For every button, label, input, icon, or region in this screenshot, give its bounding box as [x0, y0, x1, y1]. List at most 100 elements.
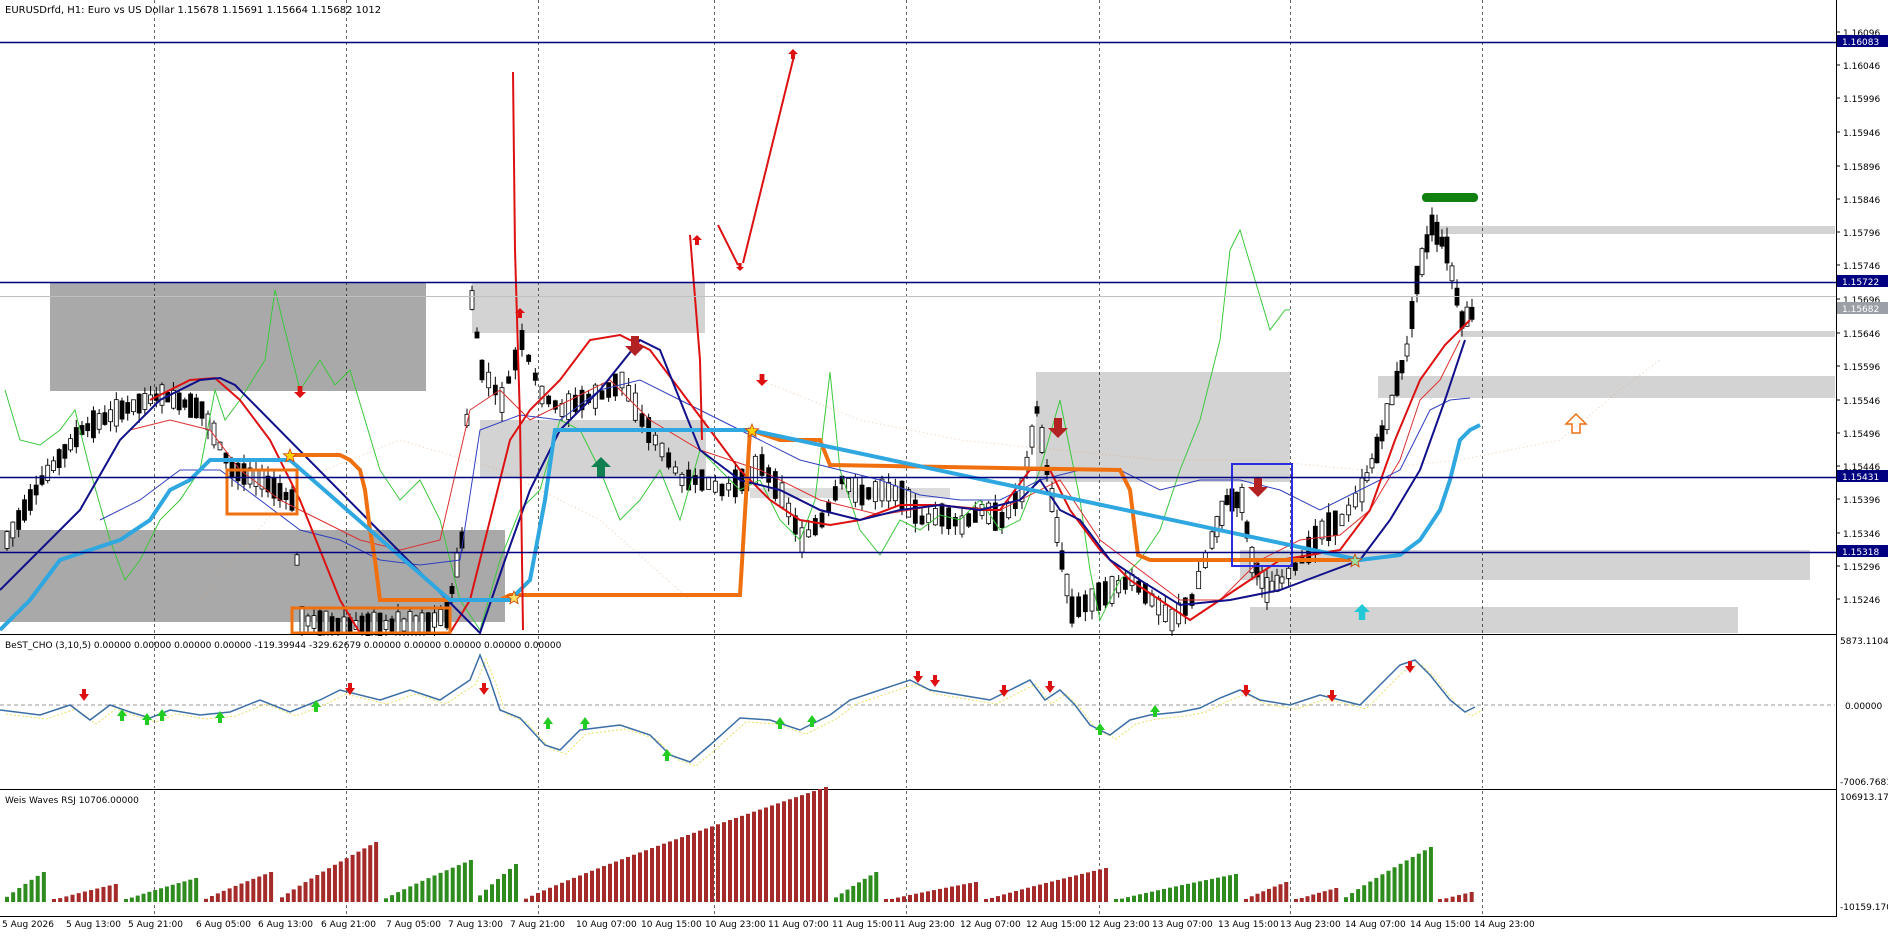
- volume-bar: [788, 799, 792, 902]
- volume-bar: [1244, 898, 1248, 902]
- time-label: 12 Aug 23:00: [1089, 920, 1150, 930]
- volume-bar: [794, 797, 798, 902]
- volume-bar: [1068, 876, 1072, 902]
- volume-bar: [227, 888, 232, 902]
- candle-body: [506, 376, 512, 384]
- candle-body: [906, 489, 912, 518]
- volume-bar: [1132, 895, 1136, 902]
- candle-body: [759, 454, 765, 476]
- time-axis[interactable]: 5 Aug 2026 5 Aug 13:00 5 Aug 21:00 6 Aug 05…: [0, 916, 1888, 934]
- candle-body: [1449, 265, 1455, 282]
- candle-body: [886, 481, 892, 502]
- candle-body: [786, 502, 792, 518]
- volume-bar: [1192, 882, 1196, 902]
- volume-bar: [82, 891, 87, 902]
- volume-bar: [746, 813, 750, 902]
- candle-body: [1162, 604, 1168, 622]
- candle-body: [188, 393, 193, 418]
- volume-bar: [1032, 886, 1036, 902]
- time-label: 14 Aug 23:00: [1474, 920, 1535, 930]
- volume-bar: [620, 859, 624, 902]
- main-price-pane[interactable]: EURUSDrfd, H1: Euro vs US Dollar 1.15678…: [0, 0, 1836, 648]
- candle-body: [706, 476, 712, 490]
- volume-bar: [990, 897, 994, 902]
- volume-bar: [269, 872, 274, 902]
- volume-bar: [11, 892, 16, 902]
- volume-bar: [239, 883, 244, 902]
- volume-bar: [1317, 892, 1321, 902]
- volume-bar: [402, 889, 407, 902]
- price-axis[interactable]: 1.160961.160461.159961.159461.158961.158…: [1836, 0, 1888, 933]
- price-tick-label: 1.15396: [1843, 496, 1880, 506]
- volume-bar: [1180, 885, 1184, 902]
- candle-body: [96, 413, 102, 430]
- volume-bar: [1374, 877, 1379, 902]
- volume-bar: [938, 888, 942, 902]
- candle-body: [999, 511, 1005, 529]
- candle-body: [1279, 576, 1285, 584]
- volume-bar: [650, 848, 654, 902]
- volume-bar: [632, 854, 636, 902]
- volume-bar: [1278, 884, 1283, 902]
- volume-bar: [153, 890, 158, 902]
- volume-bar: [710, 826, 714, 902]
- candle-body: [305, 615, 311, 627]
- candle-body: [359, 615, 365, 635]
- time-label: 13 Aug 07:00: [1152, 920, 1213, 930]
- volume-bar: [590, 870, 594, 902]
- volume-bar: [1038, 884, 1042, 902]
- volume-bar: [70, 894, 75, 902]
- candle-body: [4, 531, 10, 549]
- candle-body: [335, 617, 341, 633]
- volume-bar: [914, 893, 918, 902]
- candle-body: [926, 513, 932, 524]
- volume-bar: [315, 875, 320, 902]
- candle-body: [806, 529, 812, 538]
- volume-bar: [362, 848, 367, 902]
- time-label: 6 Aug 05:00: [196, 920, 251, 930]
- volume-bar: [496, 879, 500, 902]
- time-label: 5 Aug 13:00: [66, 920, 121, 930]
- candle-body: [619, 371, 625, 389]
- candle-body: [1286, 567, 1292, 579]
- candle-body: [474, 331, 480, 339]
- volume-bar: [215, 893, 220, 902]
- volume-bar: [280, 897, 284, 902]
- volume-bar: [502, 873, 506, 902]
- candle-body: [51, 460, 56, 471]
- volume-pane[interactable]: Weis Waves RSJ 10706.00000: [0, 787, 1835, 916]
- volume-bar: [800, 795, 804, 902]
- candle-body: [1029, 425, 1035, 448]
- volume-bar: [1261, 891, 1266, 902]
- chart-canvas[interactable]: EURUSDrfd, H1: Euro vs US Dollar 1.15678…: [0, 0, 1888, 933]
- volume-bar: [182, 881, 187, 902]
- volume-bar: [812, 791, 816, 902]
- volume-bar: [1267, 888, 1271, 902]
- candle-body: [1142, 583, 1148, 604]
- trading-terminal-chart[interactable]: EURUSDrfd, H1: Euro vs US Dollar 1.15678…: [0, 0, 1888, 933]
- volume-bar: [1410, 857, 1415, 902]
- time-label: 12 Aug 07:00: [960, 920, 1021, 930]
- candle-body: [1444, 236, 1450, 264]
- volume-bar: [1222, 876, 1226, 902]
- candle-body: [33, 484, 39, 496]
- candle-body: [1054, 517, 1060, 543]
- volume-bar: [95, 888, 100, 902]
- volume-bar: [297, 885, 302, 902]
- oscillator-pane[interactable]: BeST_CHO (3,10,5) 0.00000 0.00000 0.0000…: [0, 636, 1835, 788]
- candle-body: [912, 499, 918, 524]
- volume-bar: [1186, 883, 1190, 902]
- candle-body: [1394, 370, 1400, 396]
- candle-body: [136, 393, 142, 414]
- time-label: 6 Aug 21:00: [321, 920, 376, 930]
- volume-bar: [944, 887, 948, 902]
- volume-bar: [321, 871, 326, 902]
- volume-bar: [1144, 892, 1148, 902]
- volume-bar: [432, 875, 437, 902]
- candle-body: [454, 552, 460, 578]
- volume-bar: [344, 858, 349, 902]
- volume-bar: [176, 883, 181, 902]
- level-tag-label: 1.15431: [1842, 473, 1879, 483]
- volume-bar: [309, 878, 314, 902]
- candle-body: [872, 481, 878, 503]
